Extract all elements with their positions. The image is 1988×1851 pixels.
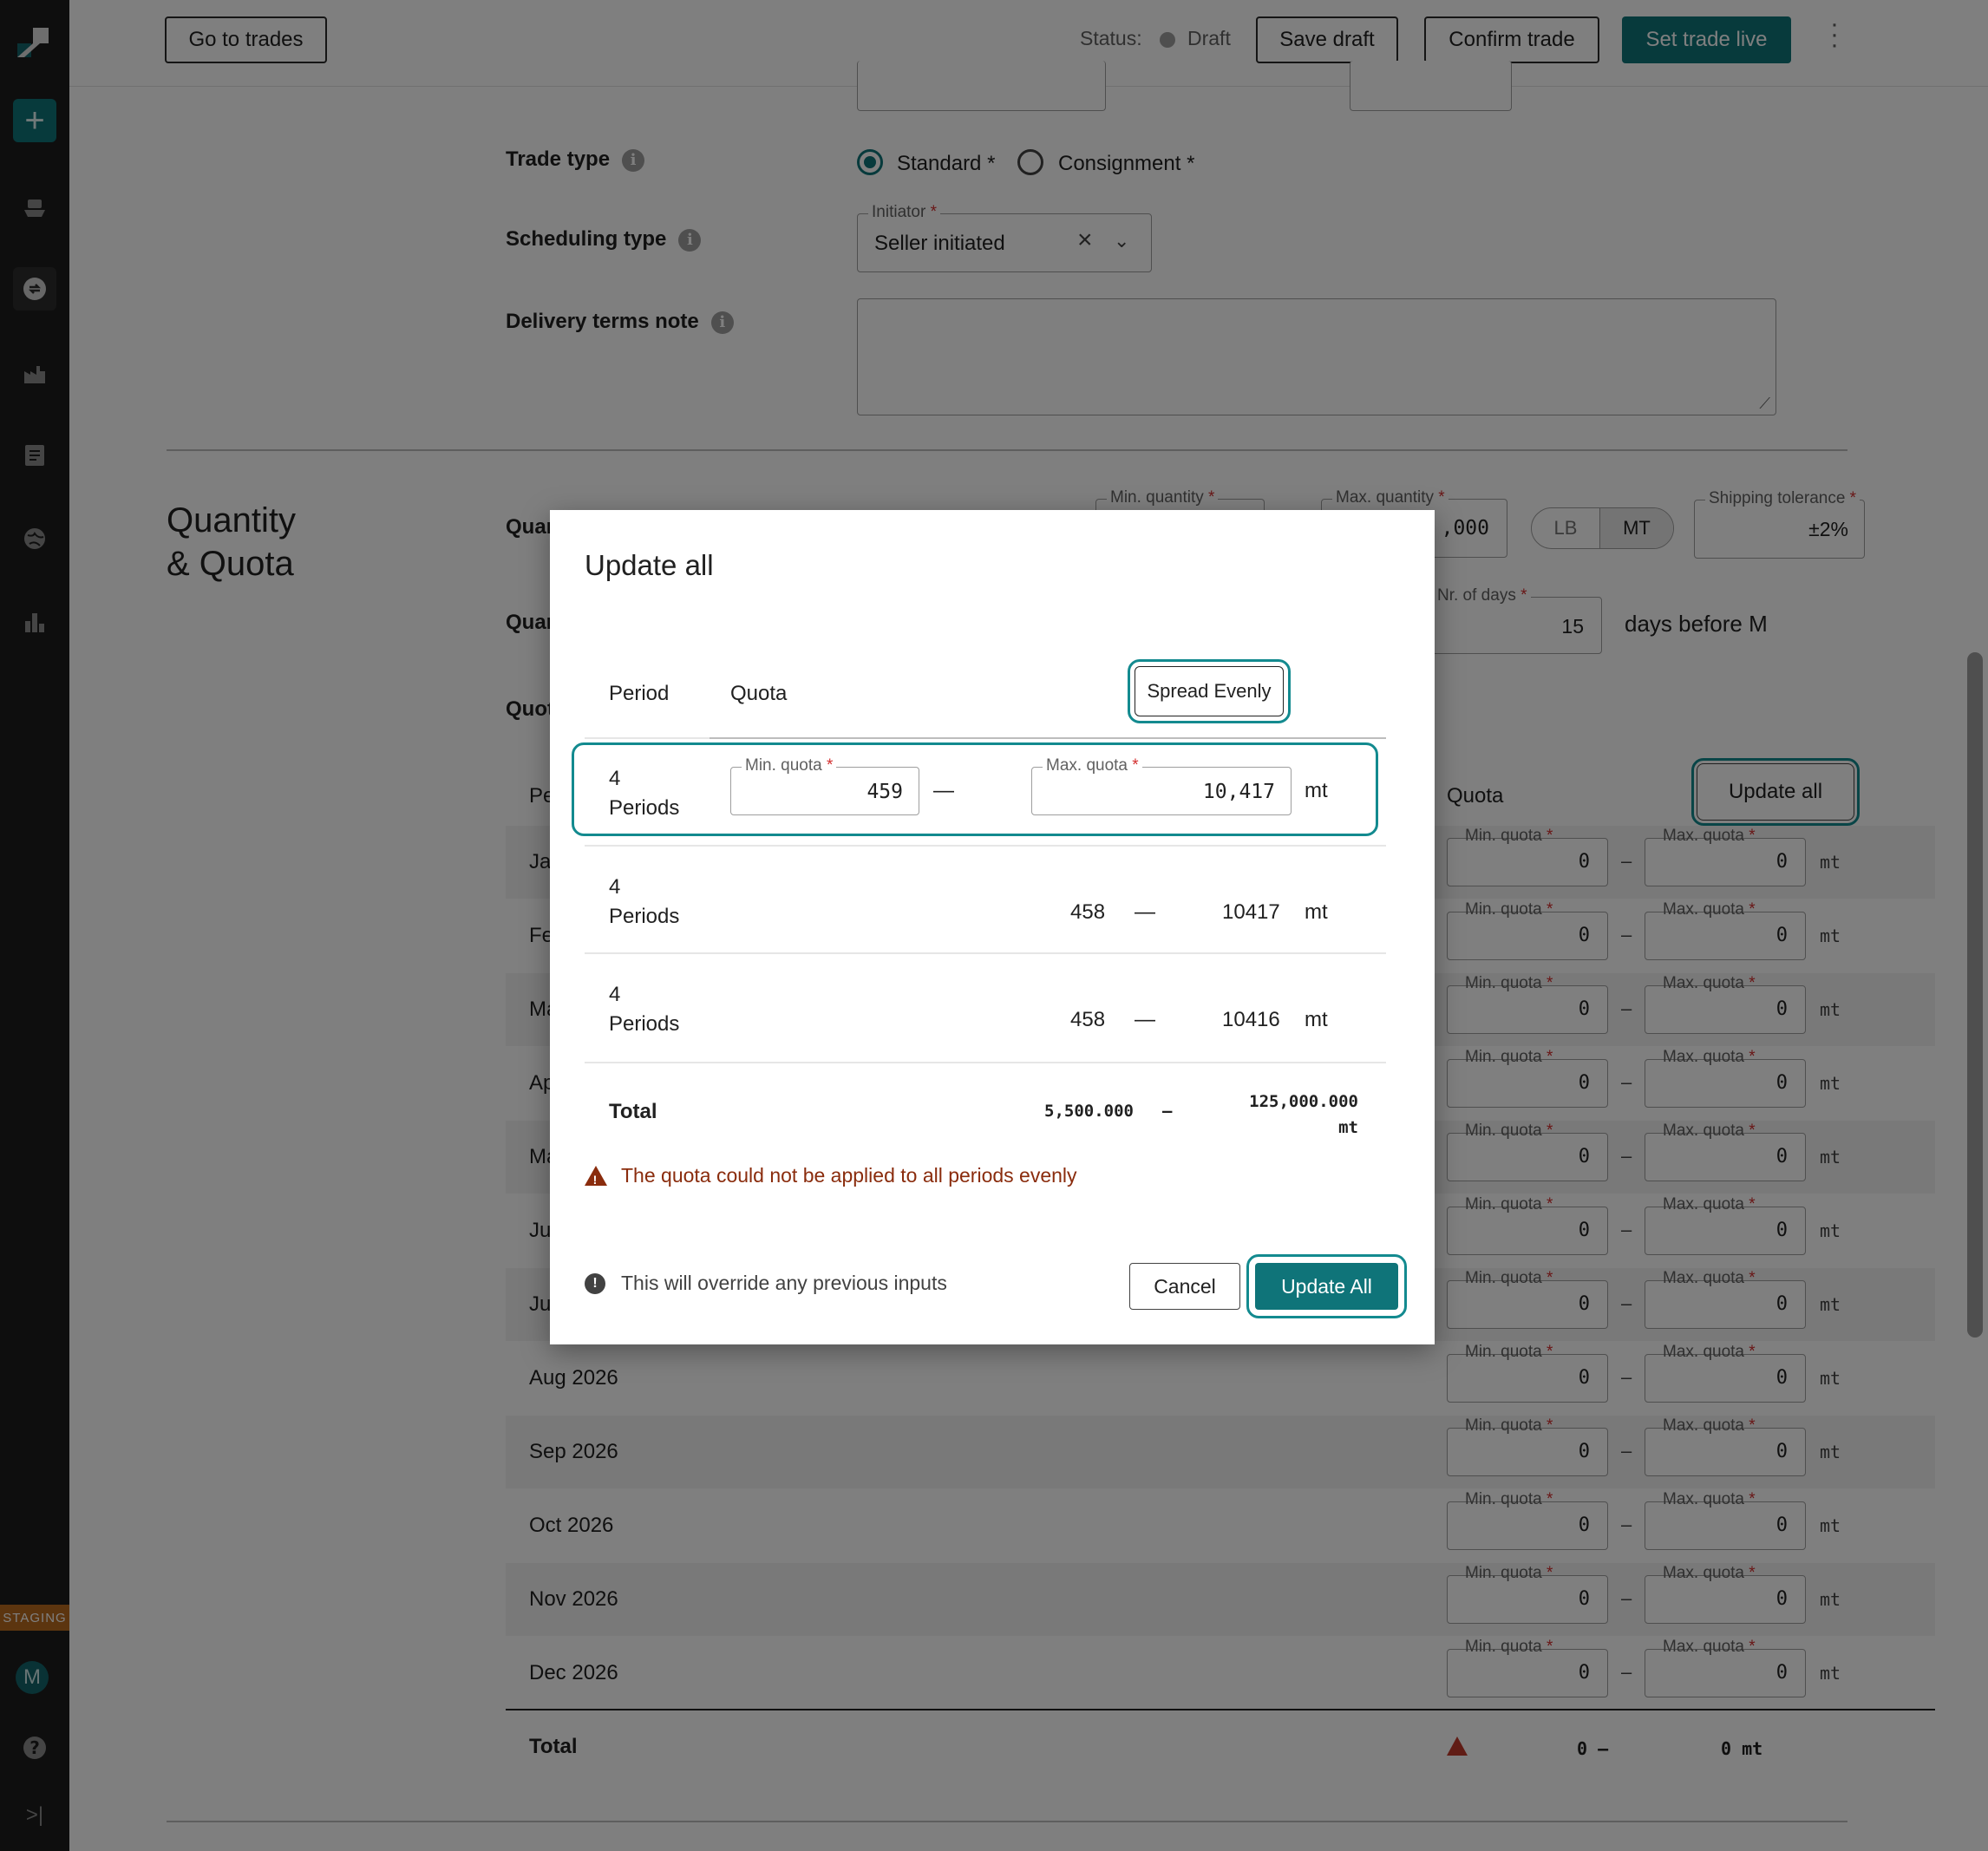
quota-warning-message: The quota could not be applied to all pe… bbox=[621, 1164, 1077, 1187]
dialog-title: Update all bbox=[585, 549, 714, 581]
update-all-dialog: Update all Period Quota Spread Evenly 4 … bbox=[550, 510, 1435, 1344]
edit-row-period: 4 Periods bbox=[609, 767, 680, 820]
dialog-total-label: Total bbox=[609, 1100, 657, 1123]
dialog-row-unit: mt bbox=[1305, 900, 1328, 924]
quota-column-header: Quota bbox=[730, 682, 788, 705]
dialog-total-min: 5,500.000 bbox=[1044, 1102, 1134, 1121]
dialog-row-min: 458 bbox=[1070, 1008, 1106, 1031]
dialog-row-max: 10416 bbox=[1222, 1008, 1280, 1031]
update-all-confirm-button[interactable]: Update All bbox=[1246, 1254, 1407, 1318]
dialog-total-max: 125,000.000 mt bbox=[1249, 1092, 1358, 1137]
period-column-header: Period bbox=[609, 682, 670, 705]
dialog-row-max: 10417 bbox=[1222, 900, 1280, 924]
dialog-row-min: 458 bbox=[1070, 900, 1106, 924]
info-exclamation-icon: ! bbox=[585, 1273, 605, 1294]
min-quota-input[interactable]: Min. quota * 459 bbox=[730, 756, 919, 815]
override-note: This will override any previous inputs bbox=[621, 1272, 947, 1294]
dialog-row-period: 4 Periods bbox=[609, 983, 680, 1036]
max-quota-input[interactable]: Max. quota * 10,417 bbox=[1031, 756, 1292, 815]
dialog-row-unit: mt bbox=[1305, 1008, 1328, 1031]
dialog-row-dash: — bbox=[1135, 900, 1155, 924]
edit-row-unit: mt bbox=[1305, 779, 1328, 802]
cancel-button[interactable]: Cancel bbox=[1129, 1263, 1240, 1310]
spread-evenly-button[interactable]: Spread Evenly bbox=[1128, 659, 1291, 723]
dialog-row-dash: — bbox=[1135, 1008, 1155, 1031]
dialog-row-period: 4 Periods bbox=[609, 875, 680, 928]
